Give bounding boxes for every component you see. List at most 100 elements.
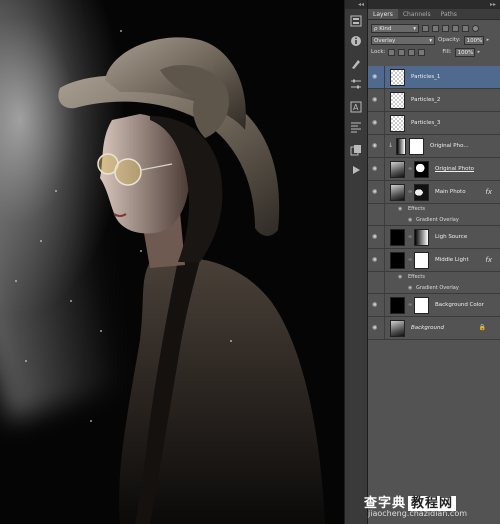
layer-mask-thumbnail[interactable] [414, 252, 429, 269]
layer-mask-thumbnail[interactable] [414, 184, 429, 201]
eye-icon[interactable]: ◉ [372, 302, 380, 308]
fill-label: Fill: [442, 49, 452, 55]
layer-row[interactable]: ◉ ∞ Background Color [368, 294, 500, 317]
effect-row[interactable]: ◉ Gradient Overlay [368, 215, 500, 226]
filter-kind-select[interactable]: ρ Kind ▾ [371, 23, 419, 33]
effect-name: Gradient Overlay [416, 217, 459, 223]
tab-paths[interactable]: Paths [436, 9, 462, 19]
adjust-icon[interactable] [348, 76, 364, 92]
eye-icon[interactable]: ◉ [372, 166, 380, 172]
effect-row[interactable]: ◉ Effects [368, 272, 500, 283]
clone-icon[interactable] [348, 142, 364, 158]
character-icon[interactable]: A [348, 99, 364, 115]
brush-icon[interactable] [348, 56, 364, 72]
eye-icon[interactable]: ◉ [372, 257, 380, 263]
layer-row[interactable]: ◉ ∞ Ligh Source [368, 226, 500, 249]
paragraph-icon[interactable] [348, 119, 364, 135]
layer-thumbnail [409, 138, 424, 155]
play-icon[interactable] [348, 162, 364, 178]
layer-thumbnail [390, 115, 405, 132]
chevron-right-icon[interactable]: ▸ [487, 37, 490, 43]
history-icon[interactable] [348, 13, 364, 29]
layer-row[interactable]: ◉ ∞ Main Photo fx [368, 181, 500, 204]
panel-tool-strip: ◂◂ A [344, 0, 368, 524]
lock-all-icon[interactable] [418, 48, 426, 56]
link-chain-icon[interactable]: ∞ [408, 166, 412, 172]
layer-row[interactable]: ◉ ∞ Middle Light fx [368, 249, 500, 272]
effect-row[interactable]: ◉ Gradient Overlay [368, 283, 500, 294]
eye-icon[interactable]: ◉ [372, 143, 380, 149]
layer-row[interactable]: ◉ Particles_1 [368, 66, 500, 89]
info-icon[interactable] [348, 33, 364, 49]
filter-pixel-icon[interactable] [422, 24, 429, 32]
filter-kind-label: ρ Kind [374, 25, 392, 32]
filter-shape-icon[interactable] [452, 24, 459, 32]
column-divider [384, 112, 385, 134]
filter-toggle-icon[interactable] [472, 24, 479, 32]
eye-icon[interactable]: ◉ [372, 74, 380, 80]
layer-name: Background [411, 325, 444, 331]
link-chain-icon[interactable]: ∞ [408, 302, 412, 308]
filter-adjustment-icon[interactable] [432, 24, 439, 32]
particle [40, 240, 42, 242]
collapse-panel-button[interactable]: ▸▸ [368, 0, 500, 9]
column-divider [384, 294, 385, 316]
layer-mask-thumbnail[interactable] [414, 229, 429, 246]
layer-thumbnail [390, 161, 405, 178]
eye-icon[interactable]: ◉ [408, 285, 412, 291]
eye-icon[interactable]: ◉ [372, 325, 380, 331]
layer-row[interactable]: ◉ ↓ Original Pho... [368, 135, 500, 158]
collapse-strip-button[interactable]: ◂◂ [345, 0, 367, 9]
blend-mode-select[interactable]: Overlay ▾ [371, 35, 435, 45]
layer-row[interactable]: ◉ ∞ Original Photo [368, 158, 500, 181]
tab-channels[interactable]: Channels [398, 9, 436, 19]
watermark-url: jiaocheng.chazidian.com [368, 509, 468, 518]
tab-layers[interactable]: Layers [368, 9, 398, 19]
chevron-down-icon: ▾ [429, 37, 432, 44]
layer-row[interactable]: ◉ Particles_2 [368, 89, 500, 112]
eye-icon[interactable]: ◉ [372, 97, 380, 103]
layer-row[interactable]: ◉ Background 🔒 [368, 317, 500, 340]
blend-mode-value: Overlay [374, 37, 396, 44]
layer-mask-thumbnail[interactable] [414, 297, 429, 314]
eye-icon[interactable]: ◉ [398, 206, 402, 212]
link-chain-icon[interactable]: ∞ [408, 189, 412, 195]
filter-type-icon[interactable] [442, 24, 449, 32]
document-canvas[interactable] [0, 0, 344, 524]
layer-thumbnail [390, 252, 405, 269]
filter-row: ρ Kind ▾ [368, 22, 500, 34]
particle [230, 340, 232, 342]
eye-icon[interactable]: ◉ [372, 120, 380, 126]
column-divider [384, 66, 385, 88]
eye-icon[interactable]: ◉ [372, 234, 380, 240]
fill-input[interactable]: 100% [454, 47, 475, 57]
layer-name: Particles_3 [411, 120, 441, 126]
opacity-input[interactable]: 100% [463, 35, 484, 45]
fx-icon[interactable]: fx [485, 188, 492, 196]
layer-thumbnail [390, 69, 405, 86]
effect-row[interactable]: ◉ Effects [368, 204, 500, 215]
lock-icon: 🔒 [478, 324, 486, 331]
chevron-down-icon: ▾ [413, 25, 416, 32]
lock-pixels-icon[interactable] [398, 48, 406, 56]
link-chain-icon[interactable]: ∞ [408, 234, 412, 240]
eye-icon[interactable]: ◉ [398, 274, 402, 280]
layer-name: Original Photo [435, 166, 474, 172]
layer-thumbnail [390, 229, 405, 246]
link-chain-icon[interactable]: ∞ [408, 257, 412, 263]
layer-row[interactable]: ◉ Particles_3 [368, 112, 500, 135]
lock-transparent-icon[interactable] [388, 48, 396, 56]
lock-position-icon[interactable] [408, 48, 416, 56]
eye-icon[interactable]: ◉ [372, 189, 380, 195]
layers-panel: ▸▸ Layers Channels Paths ρ Kind ▾ Overlay… [368, 0, 500, 524]
fx-icon[interactable]: fx [485, 256, 492, 264]
filter-smart-object-icon[interactable] [462, 24, 469, 32]
clip-arrow-icon: ↓ [388, 142, 394, 149]
particle [25, 360, 27, 362]
particle [100, 330, 102, 332]
column-divider [384, 215, 385, 225]
particle [70, 300, 72, 302]
chevron-right-icon[interactable]: ▸ [478, 49, 481, 55]
eye-icon[interactable]: ◉ [408, 217, 412, 223]
layer-mask-thumbnail[interactable] [414, 161, 429, 178]
